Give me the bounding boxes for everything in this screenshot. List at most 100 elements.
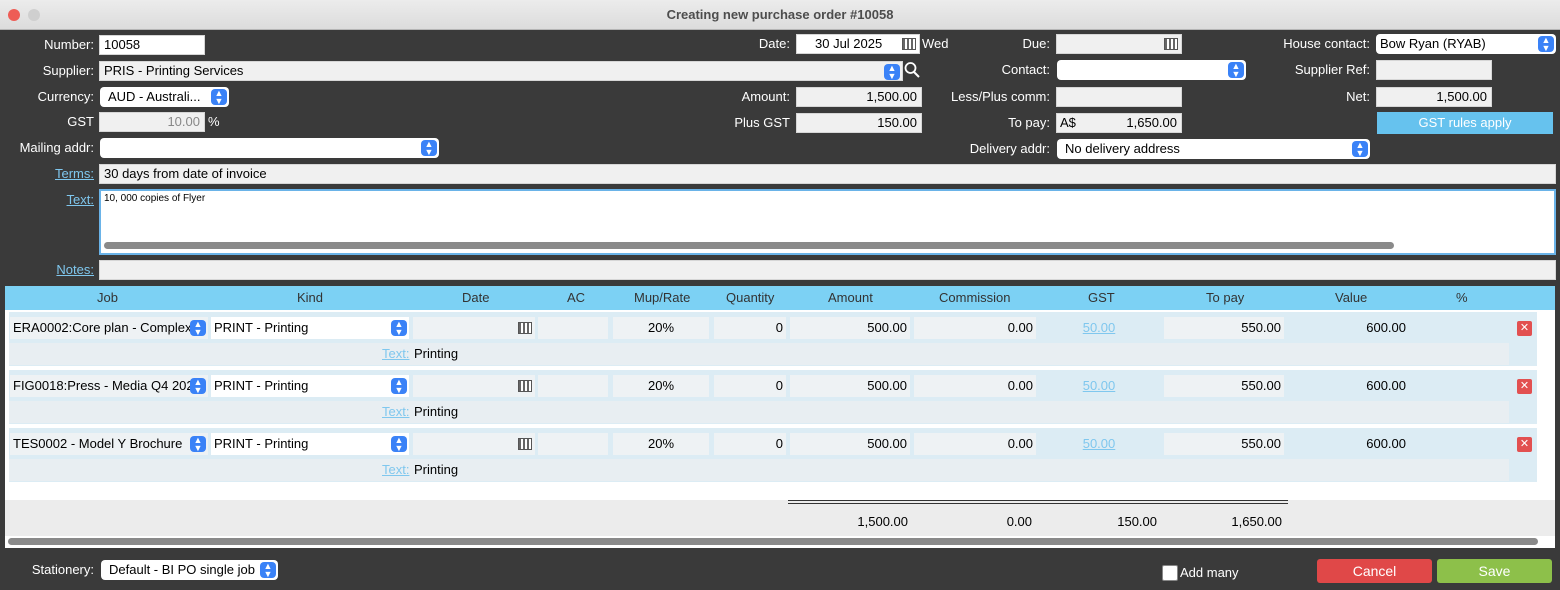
column-header[interactable]: Job	[97, 290, 118, 305]
save-button[interactable]: Save	[1437, 559, 1552, 583]
mup-rate-cell[interactable]: 20%	[613, 433, 709, 455]
gst-link[interactable]: 50.00	[1039, 375, 1159, 397]
calendar-icon[interactable]	[1164, 38, 1178, 50]
gst-link[interactable]: 50.00	[1039, 433, 1159, 455]
to-pay-field[interactable]: A$ 1,650.00	[1056, 113, 1182, 133]
text-area-scrollbar[interactable]	[104, 242, 1394, 249]
calendar-icon[interactable]	[518, 380, 532, 392]
delete-row-button[interactable]: ✕	[1517, 437, 1532, 452]
text-link[interactable]: Text:	[10, 190, 94, 210]
terms-link[interactable]: Terms:	[10, 164, 94, 184]
terms-field[interactable]: 30 days from date of invoice	[99, 164, 1556, 184]
commission-cell[interactable]: 0.00	[914, 317, 1036, 339]
amount-cell[interactable]: 500.00	[790, 375, 910, 397]
column-header[interactable]: To pay	[1206, 290, 1244, 305]
supplier-field[interactable]: PRIS - Printing Services ▲ ▼	[99, 61, 903, 81]
row-text-value[interactable]: Printing	[414, 404, 458, 419]
column-header[interactable]: AC	[567, 290, 585, 305]
number-field[interactable]: 10058	[99, 35, 205, 55]
job-cell[interactable]: ERA0002:Core plan - Complex ▲ ▼	[10, 317, 208, 339]
calendar-icon[interactable]	[518, 322, 532, 334]
table-row[interactable]: FIG0018:Press - Media Q4 202 ▲ ▼ PRINT - …	[9, 370, 1537, 424]
quantity-cell[interactable]: 0	[714, 375, 786, 397]
supplier-stepper-icon[interactable]: ▲ ▼	[884, 64, 900, 80]
column-header[interactable]: GST	[1088, 290, 1115, 305]
date-cell[interactable]	[413, 433, 535, 455]
calendar-icon[interactable]	[518, 438, 532, 450]
job-stepper-icon[interactable]: ▲ ▼	[190, 378, 206, 395]
kind-stepper-icon[interactable]: ▲ ▼	[391, 436, 407, 453]
currency-select[interactable]: AUD - Australi... ▲ ▼	[100, 87, 229, 107]
contact-select[interactable]: ▲ ▼	[1057, 60, 1246, 80]
kind-cell[interactable]: PRINT - Printing ▲ ▼	[211, 433, 409, 455]
delete-row-button[interactable]: ✕	[1517, 379, 1532, 394]
job-cell[interactable]: FIG0018:Press - Media Q4 202 ▲ ▼	[10, 375, 208, 397]
ac-cell[interactable]	[538, 375, 608, 397]
less-plus-field[interactable]	[1056, 87, 1182, 107]
add-many-checkbox[interactable]	[1162, 565, 1178, 581]
supplier-ref-field[interactable]	[1376, 60, 1492, 80]
net-field[interactable]: 1,500.00	[1376, 87, 1492, 107]
value-cell: 600.00	[1366, 436, 1406, 451]
due-field[interactable]	[1056, 34, 1182, 54]
row-text-value[interactable]: Printing	[414, 346, 458, 361]
date-label: Date:	[758, 36, 790, 51]
to-pay-cell[interactable]: 550.00	[1164, 433, 1284, 455]
row-text-link[interactable]: Text:	[382, 346, 409, 361]
gst-rules-button[interactable]: GST rules apply	[1377, 112, 1553, 134]
calendar-icon[interactable]	[902, 38, 916, 50]
column-header[interactable]: %	[1456, 290, 1468, 305]
notes-field[interactable]	[99, 260, 1556, 280]
to-pay-cell[interactable]: 550.00	[1164, 375, 1284, 397]
commission-cell[interactable]: 0.00	[914, 433, 1036, 455]
ac-cell[interactable]	[538, 317, 608, 339]
kind-cell[interactable]: PRINT - Printing ▲ ▼	[211, 375, 409, 397]
delete-row-button[interactable]: ✕	[1517, 321, 1532, 336]
column-header[interactable]: Date	[462, 290, 489, 305]
table-row[interactable]: ERA0002:Core plan - Complex ▲ ▼ PRINT - P…	[9, 312, 1537, 366]
text-area[interactable]: 10, 000 copies of Flyer	[99, 189, 1556, 255]
job-stepper-icon[interactable]: ▲ ▼	[190, 436, 206, 453]
kind-stepper-icon[interactable]: ▲ ▼	[391, 378, 407, 395]
gst-field[interactable]: 10.00	[99, 112, 205, 132]
kind-cell[interactable]: PRINT - Printing ▲ ▼	[211, 317, 409, 339]
job-cell[interactable]: TES0002 - Model Y Brochure ▲ ▼	[10, 433, 208, 455]
mup-rate-cell[interactable]: 20%	[613, 317, 709, 339]
date-cell[interactable]	[413, 317, 535, 339]
row-text-link[interactable]: Text:	[382, 404, 409, 419]
column-header[interactable]: Kind	[297, 290, 323, 305]
date-cell[interactable]	[413, 375, 535, 397]
amount-field[interactable]: 1,500.00	[796, 87, 922, 107]
row-text-link[interactable]: Text:	[382, 462, 409, 477]
quantity-cell[interactable]: 0	[714, 317, 786, 339]
column-header[interactable]: Quantity	[726, 290, 774, 305]
notes-link[interactable]: Notes:	[10, 260, 94, 280]
kind-stepper-icon[interactable]: ▲ ▼	[391, 320, 407, 337]
cancel-button[interactable]: Cancel	[1317, 559, 1432, 583]
row-text-value[interactable]: Printing	[414, 462, 458, 477]
gst-link[interactable]: 50.00	[1039, 317, 1159, 339]
house-contact-select[interactable]: Bow Ryan (RYAB) ▲ ▼	[1376, 34, 1556, 54]
amount-cell[interactable]: 500.00	[790, 317, 910, 339]
quantity-cell[interactable]: 0	[714, 433, 786, 455]
ac-cell[interactable]	[538, 433, 608, 455]
date-field[interactable]: 30 Jul 2025	[796, 34, 920, 54]
kind-value: PRINT - Printing	[214, 320, 309, 335]
column-header[interactable]: Value	[1335, 290, 1367, 305]
plus-gst-label: Plus GST	[734, 115, 790, 130]
grid-scrollbar[interactable]	[8, 538, 1538, 545]
mailing-select[interactable]: ▲ ▼	[100, 138, 439, 158]
job-stepper-icon[interactable]: ▲ ▼	[190, 320, 206, 337]
stationery-select[interactable]: Default - BI PO single job ▲ ▼	[101, 560, 278, 580]
plus-gst-field[interactable]: 150.00	[796, 113, 922, 133]
column-header[interactable]: Amount	[828, 290, 873, 305]
mup-rate-cell[interactable]: 20%	[613, 375, 709, 397]
amount-cell[interactable]: 500.00	[790, 433, 910, 455]
column-header[interactable]: Commission	[939, 290, 1011, 305]
column-header[interactable]: Mup/Rate	[634, 290, 690, 305]
to-pay-cell[interactable]: 550.00	[1164, 317, 1284, 339]
search-icon[interactable]	[904, 61, 920, 79]
commission-cell[interactable]: 0.00	[914, 375, 1036, 397]
table-row[interactable]: TES0002 - Model Y Brochure ▲ ▼ PRINT - Pr…	[9, 428, 1537, 482]
delivery-select[interactable]: No delivery address ▲ ▼	[1057, 139, 1370, 159]
